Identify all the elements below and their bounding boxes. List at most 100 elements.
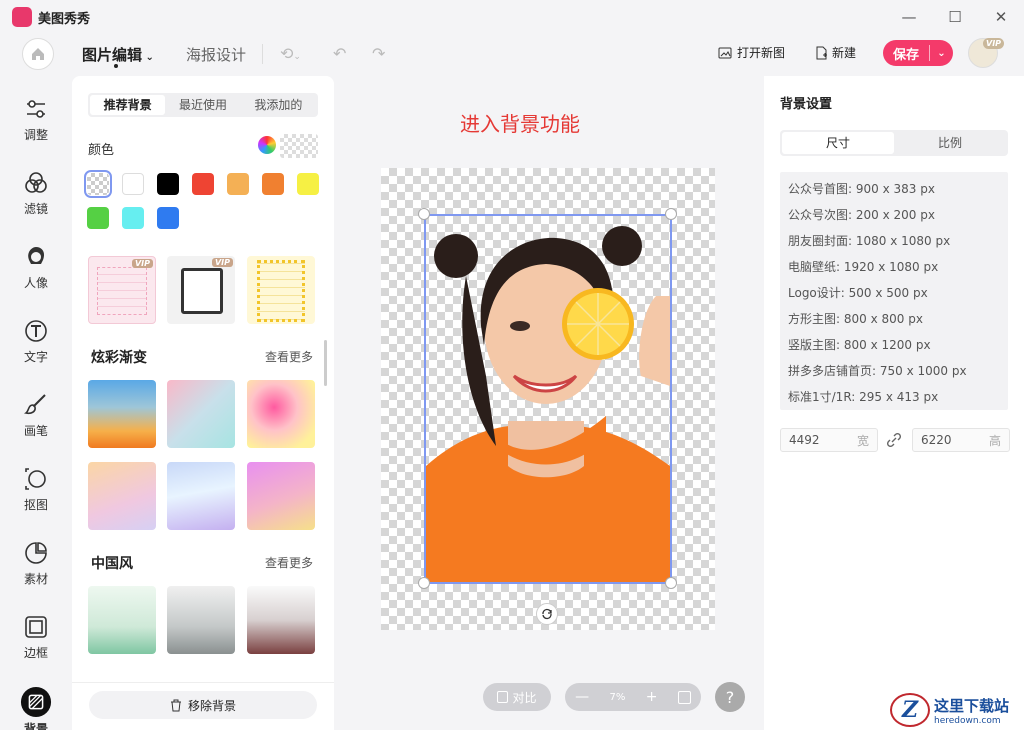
gradient-thumb[interactable] — [167, 462, 235, 530]
rail-item-text[interactable]: 文字 — [10, 318, 62, 378]
app-logo-icon — [12, 7, 32, 27]
color-swatch[interactable] — [157, 173, 179, 195]
chevron-down-icon[interactable]: ⌄ — [930, 48, 953, 59]
see-more-link[interactable]: 查看更多 — [265, 348, 313, 365]
image-add-icon — [718, 47, 732, 58]
gradient-thumb[interactable] — [247, 462, 315, 530]
resize-handle-top-right[interactable] — [665, 208, 677, 220]
fit-screen-icon[interactable] — [677, 690, 691, 704]
rail-item-portrait[interactable]: 人像 — [10, 244, 62, 304]
gradient-thumb[interactable] — [88, 380, 156, 448]
bg-template-thumb[interactable] — [247, 256, 315, 324]
link-icon[interactable] — [886, 432, 902, 448]
tab-image-edit[interactable]: 图片编辑 ⌄ — [82, 44, 154, 65]
settings-title: 背景设置 — [780, 97, 833, 112]
height-unit: 高 — [988, 433, 1001, 448]
redo-icon[interactable]: ↷ — [372, 44, 385, 63]
bg-template-thumb[interactable]: VIP — [88, 256, 156, 324]
chinese-style-thumb[interactable] — [247, 586, 315, 654]
rail-label: 人像 — [23, 276, 48, 290]
rail-item-background[interactable]: 背景 — [10, 686, 62, 730]
transparent-color-picker[interactable] — [280, 134, 318, 158]
rail-item-filter[interactable]: 滤镜 — [10, 170, 62, 230]
rail-label: 素材 — [23, 572, 48, 586]
size-preset-item[interactable]: 标准1寸/1R: 295 x 413 px — [780, 384, 1008, 410]
help-button[interactable]: ? — [715, 682, 745, 712]
size-preset-list: 公众号首图: 900 x 383 px 公众号次图: 200 x 200 px … — [780, 172, 1008, 410]
gradient-thumb[interactable] — [247, 380, 315, 448]
cutout-icon — [25, 468, 46, 490]
sliders-icon — [27, 100, 45, 118]
color-swatch[interactable] — [192, 173, 214, 195]
gradient-thumb[interactable] — [88, 462, 156, 530]
chinese-style-thumb[interactable] — [88, 586, 156, 654]
rail-item-frame[interactable]: 边框 — [10, 614, 62, 674]
trash-icon — [170, 699, 181, 711]
size-preset-item[interactable]: 朋友圈封面: 1080 x 1080 px — [780, 228, 1008, 254]
bg-template-thumb[interactable]: VIP — [167, 256, 235, 324]
compare-button[interactable]: 对比 — [483, 683, 551, 711]
color-swatch[interactable] — [157, 207, 179, 229]
app-title: 美图秀秀 — [38, 12, 91, 27]
home-button[interactable] — [22, 38, 54, 70]
color-swatch[interactable] — [227, 173, 249, 195]
title-bar — [0, 0, 1024, 32]
close-button[interactable]: ✕ — [986, 6, 1016, 28]
text-icon — [25, 320, 47, 342]
undo-icon[interactable]: ↶ — [333, 44, 346, 63]
new-button[interactable]: 新建 — [815, 44, 856, 61]
color-swatch[interactable] — [122, 207, 144, 229]
color-swatch[interactable] — [84, 170, 112, 198]
color-swatch[interactable] — [122, 173, 144, 195]
height-input[interactable]: 6220 高 — [912, 428, 1010, 452]
color-swatch[interactable] — [262, 173, 284, 195]
selection-box[interactable] — [424, 214, 672, 584]
resize-handle-top-left[interactable] — [418, 208, 430, 220]
save-button[interactable]: 保存 ⌄ — [883, 40, 953, 66]
chinese-style-thumb[interactable] — [167, 586, 235, 654]
rotate-button[interactable] — [536, 603, 558, 625]
tab-size[interactable]: 尺寸 — [782, 132, 894, 154]
tab-ratio[interactable]: 比例 — [894, 132, 1006, 154]
tab-image-edit-label: 图片编辑 — [82, 46, 143, 64]
zoom-out-button[interactable]: — — [575, 689, 589, 705]
width-unit: 宽 — [856, 433, 869, 448]
tab-poster-design[interactable]: 海报设计 — [186, 44, 246, 65]
tab-recent[interactable]: 最近使用 — [165, 95, 240, 115]
gradient-thumb[interactable] — [167, 380, 235, 448]
rail-label: 调整 — [23, 128, 48, 142]
color-label: 颜色 — [88, 143, 115, 158]
rail-item-adjust[interactable]: 调整 — [10, 96, 62, 156]
resize-handle-bottom-left[interactable] — [418, 577, 430, 589]
section-gradient-title: 炫彩渐变 — [91, 350, 147, 366]
rail-item-cutout[interactable]: 抠图 — [10, 466, 62, 526]
zoom-in-button[interactable]: + — [646, 689, 658, 705]
see-more-link[interactable]: 查看更多 — [265, 554, 313, 571]
minimize-button[interactable]: — — [894, 6, 924, 28]
panel-scrollbar[interactable] — [324, 340, 327, 386]
width-input[interactable]: 4492 宽 — [780, 428, 878, 452]
rail-item-brush[interactable]: 画笔 — [10, 392, 62, 452]
tab-my-added[interactable]: 我添加的 — [241, 95, 316, 115]
tab-recommended[interactable]: 推荐背景 — [90, 95, 166, 115]
size-preset-item[interactable]: 竖版主图: 800 x 1200 px — [780, 332, 1008, 358]
vip-badge: VIP — [131, 259, 153, 268]
history-icon[interactable]: ⟲⌄ — [280, 44, 301, 63]
rail-label: 画笔 — [23, 424, 48, 438]
resize-handle-bottom-right[interactable] — [665, 577, 677, 589]
open-new-image-button[interactable]: 打开新图 — [718, 44, 785, 61]
size-preset-item[interactable]: 电脑壁纸: 1920 x 1080 px — [780, 254, 1008, 280]
size-preset-item[interactable]: 方形主图: 800 x 800 px — [780, 306, 1008, 332]
size-preset-item[interactable]: 公众号次图: 200 x 200 px — [780, 202, 1008, 228]
size-preset-item[interactable]: Logo设计: 500 x 500 px — [780, 280, 1008, 306]
rotate-icon — [542, 608, 552, 620]
watermark-logo: Z — [890, 693, 930, 727]
maximize-button[interactable]: ☐ — [940, 6, 970, 28]
size-preset-item[interactable]: 拼多多店铺首页: 750 x 1000 px — [780, 358, 1008, 384]
color-swatch[interactable] — [297, 173, 319, 195]
remove-background-button[interactable]: 移除背景 — [89, 691, 317, 719]
rail-item-sticker[interactable]: 素材 — [10, 540, 62, 600]
color-swatch[interactable] — [87, 207, 109, 229]
size-preset-item[interactable]: 公众号首图: 900 x 383 px — [780, 176, 1008, 202]
color-palette-icon[interactable] — [258, 136, 276, 154]
